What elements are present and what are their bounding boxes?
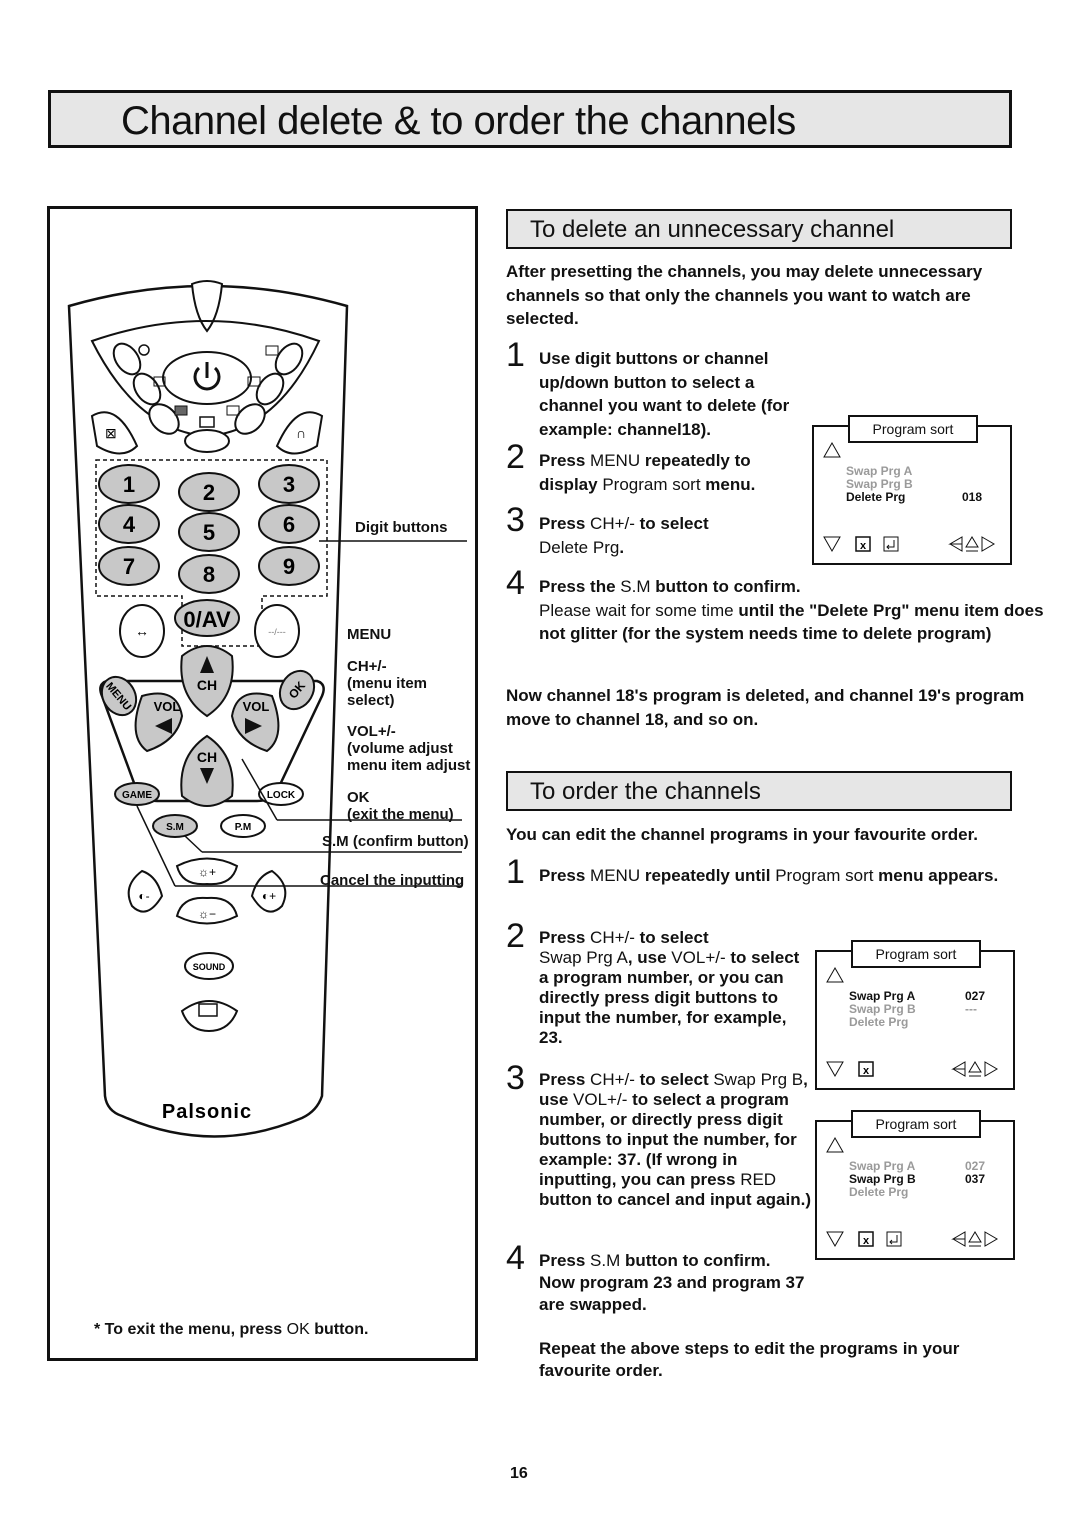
brightness-down-icon: ☼− — [198, 907, 216, 921]
callout-ch: CH+/- — [347, 658, 387, 675]
svg-text:x: x — [863, 1065, 870, 1077]
ch-down-label: CH — [197, 749, 217, 765]
game-label: GAME — [122, 790, 152, 801]
dash-label: --/--- — [268, 627, 286, 637]
delete-section-heading: To delete an unnecessary channel — [530, 216, 895, 243]
order-step-2-text: Press CH+/- to select Swap Prg A, use VOL… — [539, 928, 800, 1047]
contrast-down-icon: ◐- — [138, 889, 149, 903]
text-button[interactable] — [184, 429, 230, 453]
callout-ok: OK — [347, 789, 370, 806]
digit-label-1: 1 — [123, 472, 135, 497]
ch-up-label: CH — [197, 677, 217, 693]
order-section-heading: To order the channels — [530, 778, 761, 805]
order-step-4-text: Press S.M button to confirm. Now program… — [539, 1251, 805, 1314]
program-sort-menu-swap-a: Program sort Swap Prg A 027 Swap Prg B -… — [815, 940, 1015, 1090]
headphone-icon: ∩ — [296, 425, 306, 441]
p-up-icon — [823, 441, 841, 458]
delete-step-1-num: 1 — [506, 336, 525, 374]
swap-arrow-icon: ↔ — [135, 623, 149, 639]
pm-label: P.M — [235, 822, 252, 833]
vol-down-label: VOL — [154, 699, 181, 714]
callout-sm: S.M (confirm button) — [322, 833, 469, 850]
delete-step-4-num: 4 — [506, 564, 525, 602]
delete-intro: After presetting the channels, you may d… — [506, 262, 983, 328]
brightness-up-icon: ☼+ — [198, 865, 216, 879]
order-step-3-num: 3 — [506, 1059, 525, 1097]
close-x-icon: x — [858, 1231, 874, 1247]
callout-ok-desc: (exit the menu) — [347, 806, 454, 823]
order-closing: Repeat the above steps to edit the progr… — [539, 1339, 960, 1380]
digit-label-7: 7 — [123, 554, 135, 579]
callout-ch-desc-2: select) — [347, 692, 395, 709]
digit-label-9: 9 — [283, 554, 295, 579]
order-section-heading-box: To order the channels — [506, 771, 1012, 811]
p-up-icon — [826, 1136, 844, 1153]
sm-label: S.M — [166, 822, 184, 833]
mute-icon: ⊠ — [105, 425, 117, 441]
delete-section-heading-box: To delete an unnecessary channel — [506, 209, 1012, 249]
vol-up-label: VOL — [243, 699, 270, 714]
order-step-1-text: Press MENU repeatedly until Program sort… — [539, 866, 999, 885]
callout-menu: MENU — [347, 626, 392, 643]
callout-digit-buttons: Digit buttons — [355, 519, 448, 536]
exit-footnote: * To exit the menu, press OK button. — [94, 1321, 369, 1338]
delete-step-1-text: Use digit buttons or channel up/down but… — [539, 349, 790, 439]
callout-cancel: Cancel the inputting — [320, 872, 465, 889]
digit-label-5: 5 — [203, 520, 215, 545]
page-title-box: Channel delete & to order the channels — [48, 90, 1012, 148]
enter-icon — [886, 1231, 902, 1247]
remote-illustration: ⊠ ∩ 1 2 3 4 5 6 7 8 9 0/AV ↔ --/--- CH CH VOL VO… — [67, 280, 467, 1138]
delete-step-4-text: Press the S.M button to confirm. Please w… — [539, 577, 1044, 643]
delete-step-2-num: 2 — [506, 438, 525, 476]
digit-label-2: 2 — [203, 480, 215, 505]
order-step-2-num: 2 — [506, 917, 525, 955]
program-sort-menu-swap-b: Program sort Swap Prg A 027 Swap Prg B 0… — [815, 1110, 1015, 1260]
adjust-arrows-icon — [948, 536, 995, 552]
program-sort-menu-delete: Program sort Swap Prg A Swap Prg B Delet… — [812, 415, 1012, 565]
adjust-arrows-icon — [951, 1061, 998, 1077]
lock-label: LOCK — [267, 790, 296, 801]
delete-step-2-text: Press MENU repeatedly to display Program… — [539, 451, 756, 494]
callout-vol-desc-1: (volume adjust — [347, 740, 453, 757]
order-step-3-text: Press CH+/- to select Swap Prg B, use VO… — [539, 1070, 811, 1209]
delete-step-3-text: Press CH+/- to select Delete Prg. — [539, 514, 709, 557]
brand-logo: Palsonic — [162, 1101, 252, 1123]
callout-vol: VOL+/- — [347, 723, 396, 740]
p-down-icon — [826, 1231, 844, 1248]
page-title: Channel delete & to order the channels — [121, 99, 796, 143]
close-x-icon: x — [855, 536, 871, 552]
order-step-1-num: 1 — [506, 853, 525, 891]
zero-av-label: 0/AV — [183, 607, 231, 632]
callout-vol-desc-2: menu item adjust — [347, 757, 471, 774]
digit-label-4: 4 — [123, 512, 136, 537]
page-number: 16 — [510, 1465, 528, 1482]
delete-result: Now channel 18's program is deleted, and… — [506, 686, 1025, 729]
p-down-icon — [826, 1061, 844, 1078]
delete-step-3-num: 3 — [506, 501, 525, 539]
callout-ch-desc-1: (menu item — [347, 675, 428, 692]
contrast-up-icon: ◐+ — [262, 889, 276, 903]
digit-label-3: 3 — [283, 472, 295, 497]
p-down-icon — [823, 536, 841, 553]
digit-label-6: 6 — [283, 512, 295, 537]
order-step-4-num: 4 — [506, 1239, 525, 1277]
picture-icon — [174, 405, 188, 416]
svg-text:x: x — [863, 1235, 870, 1247]
close-x-icon: x — [858, 1061, 874, 1077]
p-up-icon — [826, 966, 844, 983]
enter-icon — [883, 536, 899, 552]
digit-label-8: 8 — [203, 562, 215, 587]
sound-label: SOUND — [193, 962, 226, 972]
adjust-arrows-icon — [951, 1231, 998, 1247]
svg-text:x: x — [860, 540, 867, 552]
order-intro: You can edit the channel programs in you… — [506, 825, 978, 844]
